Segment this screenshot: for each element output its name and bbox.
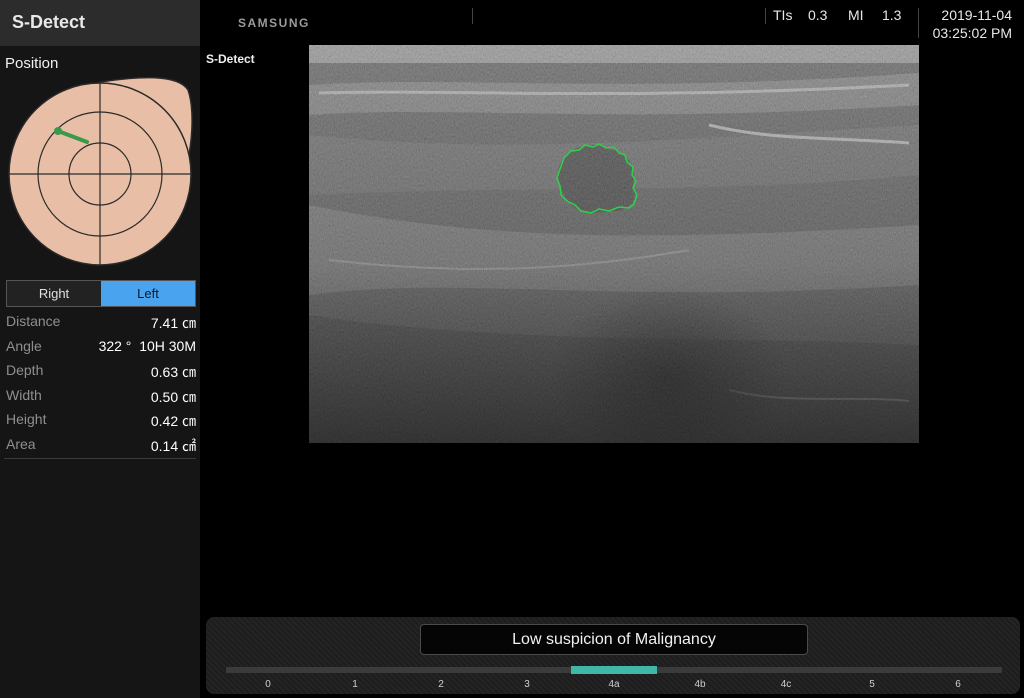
measurement-area: Area 0.14 ㎠ [6,433,196,458]
position-label: Position [5,55,59,72]
measurement-height: Height 0.42 ㎝ [6,408,196,433]
divider [472,8,473,24]
measurement-value: 0.14 ㎠ [150,437,196,454]
measurement-label: Distance [6,313,61,329]
measurement-value: 0.50 ㎝ [150,388,196,405]
tis-label: TIs [773,7,793,23]
scale-tick-label: 1 [352,679,358,690]
breast-position-diagram[interactable] [0,72,200,272]
side-toggle[interactable]: Right Left [6,280,196,307]
scale-tick-label: 5 [869,679,875,690]
measurement-distance: Distance 7.41 ㎝ [6,310,196,335]
measurement-label: Width [6,386,42,403]
measurement-depth: Depth 0.63 ㎝ [6,359,196,384]
tis-value: 0.3 [808,7,828,23]
scale-tick-label: 4c [780,679,792,690]
scale-tick-label: 0 [265,679,271,690]
exam-time: 03:25:02 PM [932,25,1012,41]
measurement-value: 0.63 ㎝ [150,364,196,380]
scale-tick-label: 6 [955,679,961,690]
divider [765,8,766,24]
image-mode-label: S-Detect [206,52,255,66]
app-title: S-Detect [12,12,86,32]
mi-label: MI [848,7,864,23]
mi-value: 1.3 [882,7,902,23]
ultrasound-image[interactable] [309,45,919,443]
scale-tick-label: 3 [524,679,530,690]
divider [918,8,919,38]
measurement-label: Angle [6,337,42,354]
scale-tick-label: 4b [694,679,706,690]
measurement-value: 0.42 ㎝ [150,413,196,429]
measurement-value: 7.41 ㎝ [150,315,196,331]
left-side-button[interactable]: Left [101,281,195,306]
measurement-angle: Angle 322 ° 10H 30M [6,335,196,360]
measurements-list: Distance 7.41 ㎝ Angle 322 ° 10H 30M Dept… [6,310,196,457]
scale-tick-label: 4a [608,679,620,690]
measurement-width: Width 0.50 ㎝ [6,384,196,409]
exam-date: 2019-11-04 [941,7,1012,23]
right-side-button[interactable]: Right [7,281,101,306]
scale-tick-label: 2 [438,679,444,690]
measurement-label: Height [6,411,47,427]
assessment-result: Low suspicion of Malignancy [420,624,808,655]
measurement-label: Area [6,435,36,452]
measurement-label: Depth [6,362,44,378]
brand-logo: SAMSUNG [238,16,310,30]
measurement-value: 322 ° 10H 30M [98,337,196,354]
birads-scale-marker [571,666,657,674]
divider [4,458,196,459]
